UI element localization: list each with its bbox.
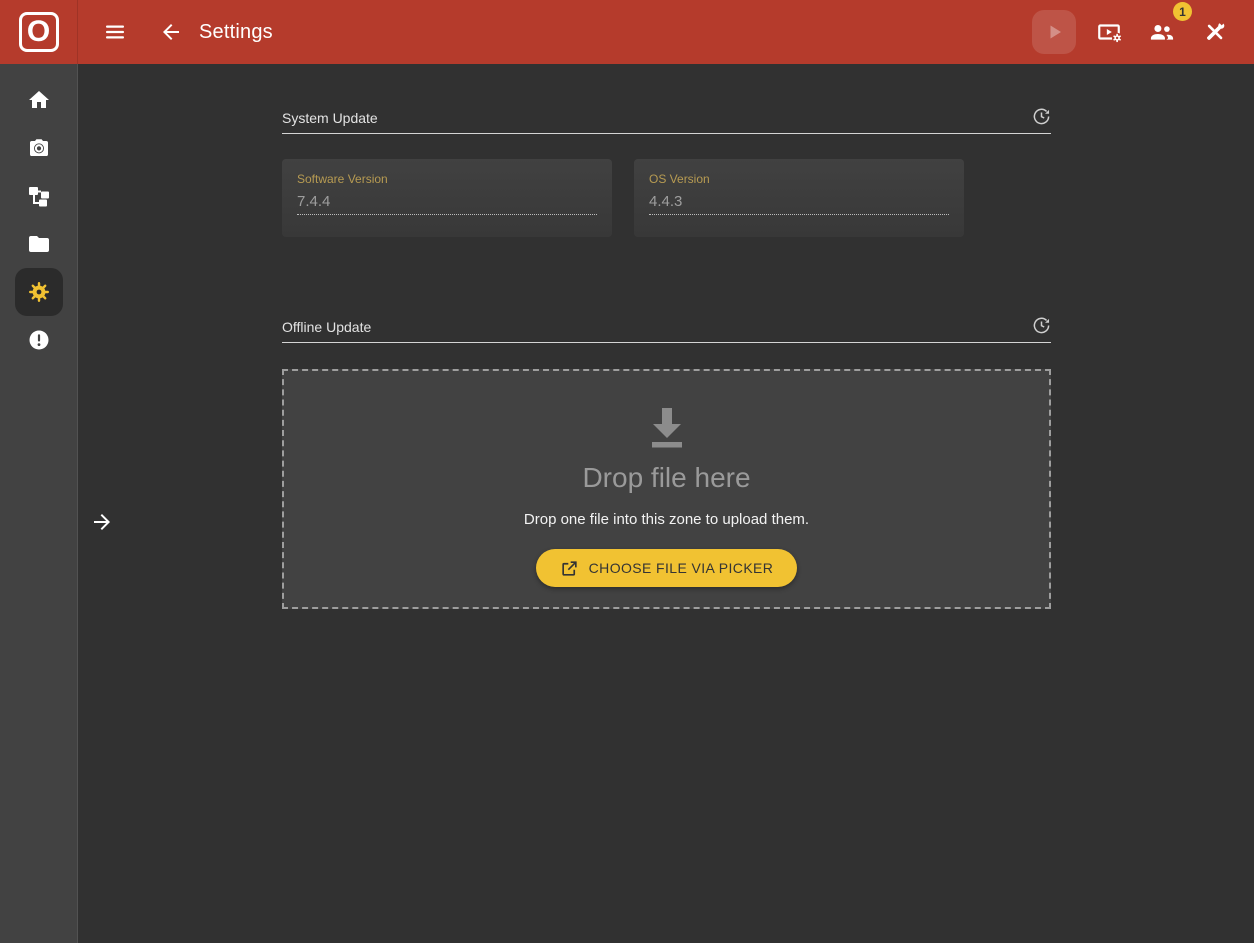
version-cards: Software Version 7.4.4 OS Version 4.4.3 [282,159,1051,237]
system-update-title: System Update [282,110,378,126]
settings-gear-icon [27,280,51,304]
offline-update-header: Offline Update [282,316,1051,343]
home-icon [27,88,51,112]
update-icon [1032,107,1051,126]
app-logo[interactable]: O [0,0,78,64]
sidebar-item-settings[interactable] [15,268,63,316]
sidebar [0,64,78,943]
play-icon [1042,20,1066,44]
system-update-header: System Update [282,107,1051,134]
sidebar-item-errors[interactable] [15,316,63,364]
page-title: Settings [199,21,273,44]
video-settings-icon [1096,19,1122,45]
header-actions: 1 [1032,10,1254,54]
sidebar-item-files[interactable] [15,220,63,268]
error-icon [27,328,51,352]
video-settings-button[interactable] [1090,13,1128,51]
dropzone-title: Drop file here [582,462,750,494]
os-version-value: 4.4.3 [649,193,949,215]
construction-button[interactable] [1196,13,1234,51]
software-version-value: 7.4.4 [297,193,597,215]
download-icon [643,404,691,452]
open-in-new-icon [560,559,579,578]
logo-frame-icon: O [19,12,59,52]
arrow-back-icon [159,20,183,44]
users-button-wrap: 1 [1142,12,1182,52]
os-version-label: OS Version [649,172,949,186]
play-button-disabled [1032,10,1076,54]
sidebar-expand-button[interactable] [86,506,118,541]
sidebar-item-devices[interactable] [15,172,63,220]
device-tree-icon [27,184,51,208]
offline-update-refresh-button[interactable] [1032,316,1051,335]
menu-button[interactable] [97,14,133,50]
choose-file-button-label: CHOOSE FILE VIA PICKER [589,560,774,576]
choose-file-button[interactable]: CHOOSE FILE VIA PICKER [536,549,798,587]
file-dropzone[interactable]: Drop file here Drop one file into this z… [282,369,1051,609]
arrow-right-icon [90,510,114,534]
sidebar-item-camera[interactable] [15,124,63,172]
folder-icon [27,232,51,256]
sidebar-item-home[interactable] [15,76,63,124]
system-update-refresh-button[interactable] [1032,107,1051,126]
update-icon [1032,316,1051,335]
construction-icon [1202,19,1228,45]
notification-badge: 1 [1173,2,1192,21]
people-icon [1148,18,1176,46]
main-content: System Update Software Version 7.4.4 OS … [79,64,1254,943]
logo-letter: O [27,17,50,47]
menu-icon [103,20,127,44]
dropzone-hint: Drop one file into this zone to upload t… [524,511,809,528]
back-button[interactable] [153,14,189,50]
offline-update-title: Offline Update [282,319,371,335]
software-version-label: Software Version [297,172,597,186]
os-version-card: OS Version 4.4.3 [634,159,964,237]
software-version-card: Software Version 7.4.4 [282,159,612,237]
app-header: O Settings [0,0,1254,64]
camera-icon [27,136,51,160]
